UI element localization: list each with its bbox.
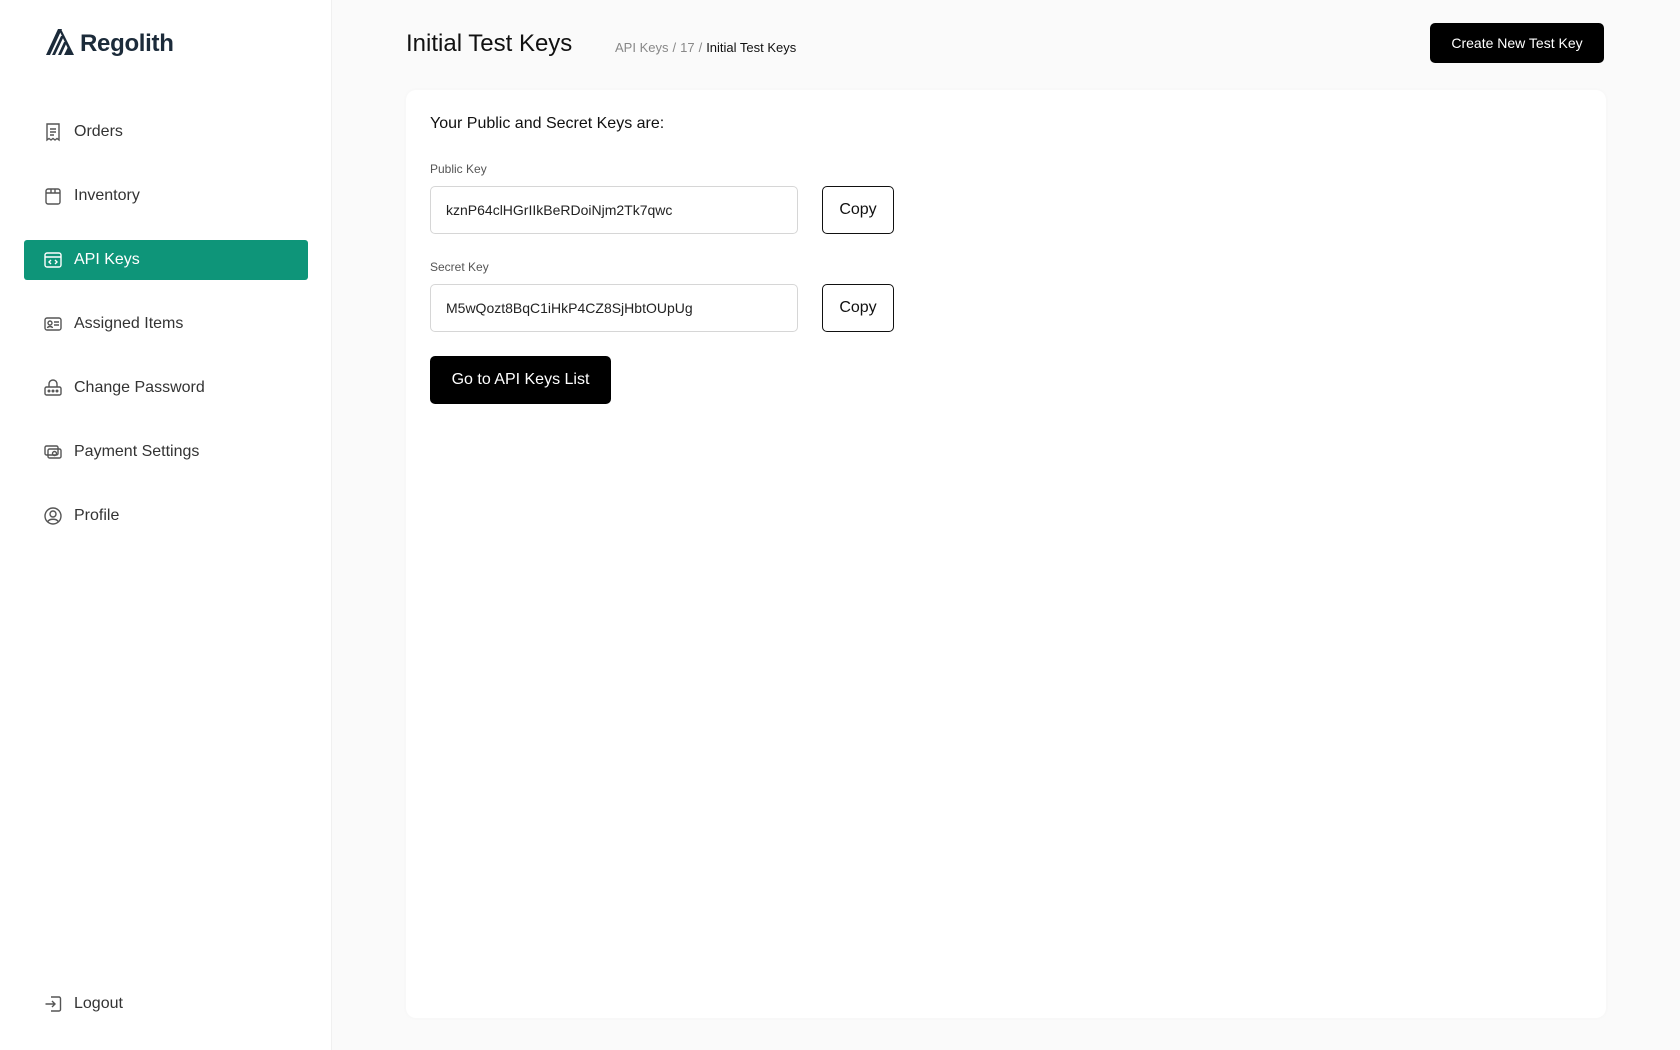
breadcrumb-item-api-keys[interactable]: API Keys [615, 40, 668, 55]
sidebar-item-label: API Keys [74, 251, 140, 268]
breadcrumb-item-current: Initial Test Keys [706, 40, 797, 55]
sidebar-item-label: Inventory [74, 187, 140, 204]
logout-icon [42, 993, 64, 1015]
breadcrumb-separator: / [698, 40, 703, 55]
sidebar-item-orders[interactable]: Orders [24, 112, 308, 152]
card-heading: Your Public and Secret Keys are: [430, 115, 665, 132]
sidebar-item-label: Payment Settings [74, 443, 200, 460]
sidebar-item-change-password[interactable]: Change Password [24, 368, 308, 408]
brand-name: Regolith [80, 30, 174, 57]
secret-key-label: Secret Key [430, 260, 489, 274]
code-card-icon [42, 249, 64, 271]
breadcrumb-item-id[interactable]: 17 [680, 40, 694, 55]
regolith-logo-icon [44, 27, 76, 62]
sidebar-nav: Orders Inventory API Keys Assigned Items… [24, 112, 308, 560]
user-circle-icon [42, 505, 64, 527]
sidebar-item-inventory[interactable]: Inventory [24, 176, 308, 216]
public-key-input[interactable] [430, 186, 798, 234]
brand-logo[interactable]: Regolith [44, 28, 174, 60]
box-icon [42, 185, 64, 207]
receipt-icon [42, 121, 64, 143]
sidebar-item-label: Orders [74, 123, 123, 140]
sidebar-item-label: Profile [74, 507, 120, 524]
page-title: Initial Test Keys [406, 30, 573, 57]
cash-icon [42, 441, 64, 463]
logout-label: Logout [74, 995, 123, 1012]
logout-button[interactable]: Logout [24, 984, 308, 1024]
copy-public-key-button[interactable]: Copy [822, 186, 894, 234]
sidebar-item-label: Change Password [74, 379, 205, 396]
sidebar-item-payment-settings[interactable]: Payment Settings [24, 432, 308, 472]
breadcrumb: API Keys / 17 / Initial Test Keys [615, 40, 796, 55]
sidebar-item-api-keys[interactable]: API Keys [24, 240, 308, 280]
breadcrumb-separator: / [672, 40, 677, 55]
sidebar-item-assigned-items[interactable]: Assigned Items [24, 304, 308, 344]
public-key-label: Public Key [430, 162, 487, 176]
sidebar-item-profile[interactable]: Profile [24, 496, 308, 536]
id-card-icon [42, 313, 64, 335]
keys-card: Your Public and Secret Keys are: Public … [406, 90, 1606, 1018]
copy-secret-key-button[interactable]: Copy [822, 284, 894, 332]
sidebar: Regolith Orders Inventory API Keys Assig… [0, 0, 332, 1050]
secret-key-input[interactable] [430, 284, 798, 332]
create-new-test-key-button[interactable]: Create New Test Key [1430, 23, 1604, 63]
go-to-api-keys-list-button[interactable]: Go to API Keys List [430, 356, 611, 404]
lock-icon [42, 377, 64, 399]
sidebar-item-label: Assigned Items [74, 315, 184, 332]
